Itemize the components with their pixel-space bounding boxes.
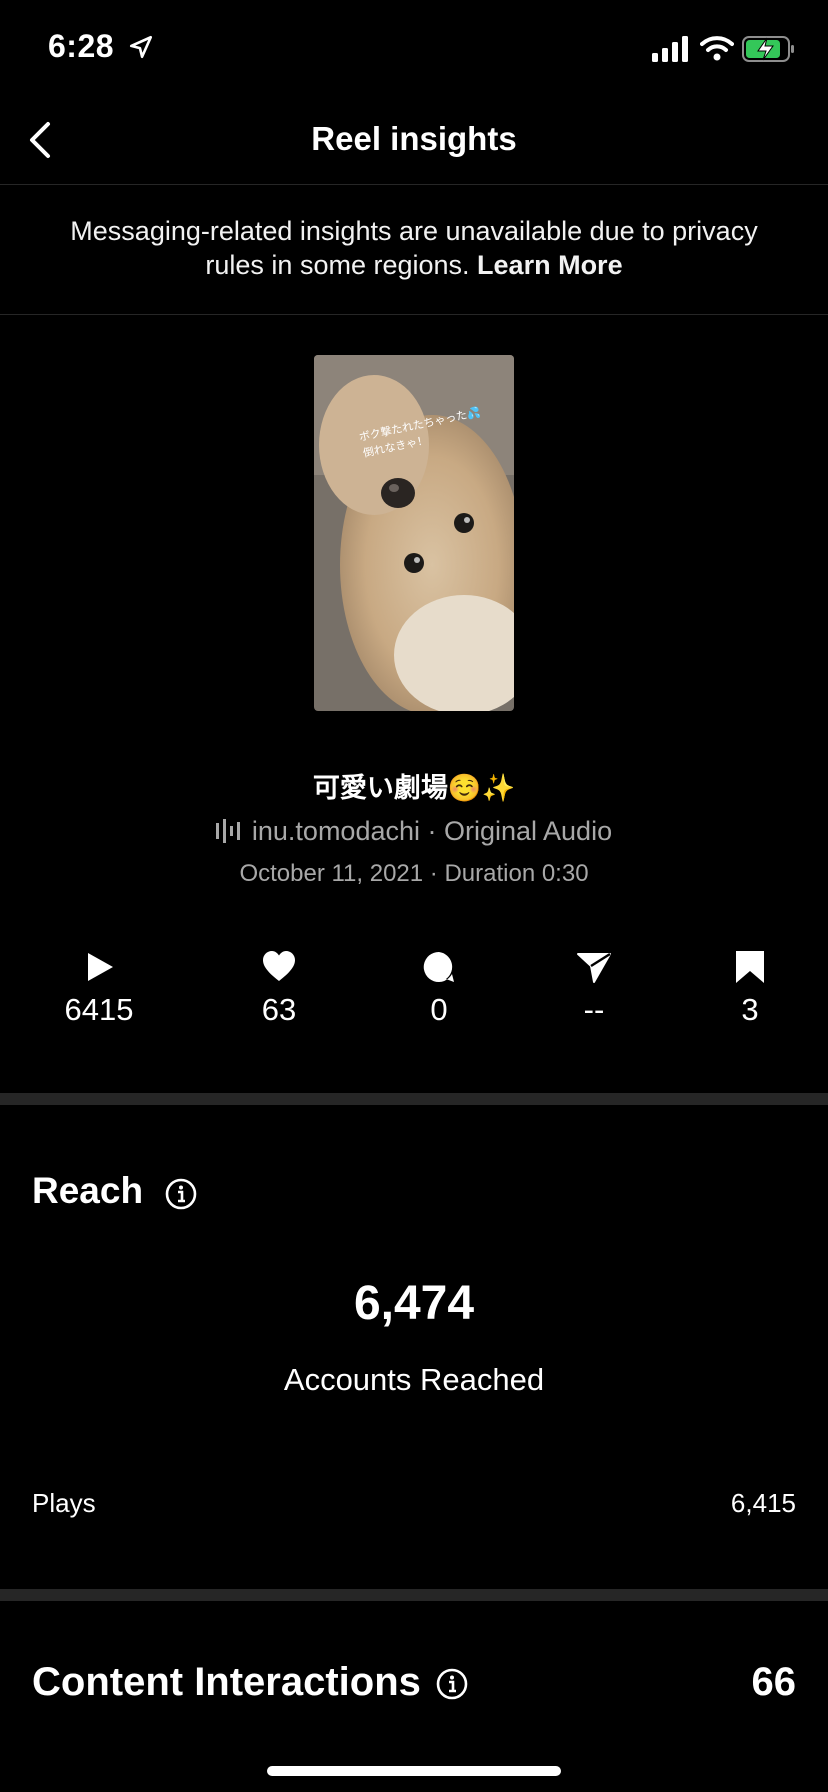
reel-title: 可愛い劇場☺️✨ — [312, 773, 516, 803]
learn-more-link[interactable]: Learn More — [477, 250, 623, 280]
plays-label: Plays — [32, 1488, 96, 1518]
notice-text: Messaging-related insights are unavailab… — [70, 216, 758, 280]
battery-charging-icon — [742, 36, 794, 62]
wifi-icon — [700, 36, 734, 61]
page-title: Reel insights — [311, 120, 517, 157]
heart-icon — [263, 951, 295, 981]
dog-image: ボク撃たれたちゃった💦 倒れなきゃ！ — [314, 355, 514, 711]
stat-shares: -- — [524, 950, 664, 1028]
stat-plays: 6415 — [29, 950, 169, 1028]
bookmark-icon — [736, 951, 764, 983]
accounts-reached-label: Accounts Reached — [283, 1362, 545, 1397]
accounts-reached-count: 6,474 — [353, 1277, 475, 1330]
stat-value: 3 — [741, 992, 759, 1027]
audio-row[interactable]: inu.tomodachi · Original Audio — [0, 816, 828, 847]
cellular-signal-icon — [652, 36, 688, 62]
section-separator — [0, 1589, 828, 1601]
stat-saves: 3 — [680, 950, 820, 1028]
status-time: 6:28 — [48, 28, 115, 64]
reach-info-icon[interactable] — [165, 1178, 197, 1210]
date-duration: October 11, 2021 · Duration 0:30 — [239, 860, 589, 887]
comment-icon — [423, 951, 454, 982]
stat-comments: 0 — [369, 950, 509, 1028]
content-interactions-value: 66 — [751, 1660, 797, 1704]
audio-wave-icon — [215, 819, 240, 843]
play-icon — [88, 953, 113, 981]
stat-value: 0 — [430, 992, 448, 1027]
audio-label: inu.tomodachi · Original Audio — [251, 816, 613, 846]
notice-divider — [0, 314, 828, 315]
reach-title: Reach — [32, 1170, 144, 1211]
content-interactions-title: Content Interactions — [32, 1660, 421, 1704]
location-arrow-icon — [129, 35, 153, 59]
stat-value: 63 — [261, 992, 297, 1027]
reel-thumbnail[interactable]: ボク撃たれたちゃった💦 倒れなきゃ！ — [314, 355, 514, 711]
stat-likes: 63 — [209, 950, 349, 1028]
share-icon — [577, 952, 611, 983]
stat-value: -- — [583, 992, 605, 1027]
plays-value: 6,415 — [730, 1488, 796, 1518]
content-interactions-info-icon[interactable] — [436, 1668, 468, 1700]
section-separator — [0, 1093, 828, 1105]
header-divider — [0, 184, 828, 185]
home-indicator[interactable] — [267, 1766, 561, 1776]
stat-value: 6415 — [64, 992, 134, 1027]
privacy-notice: Messaging-related insights are unavailab… — [60, 214, 768, 282]
